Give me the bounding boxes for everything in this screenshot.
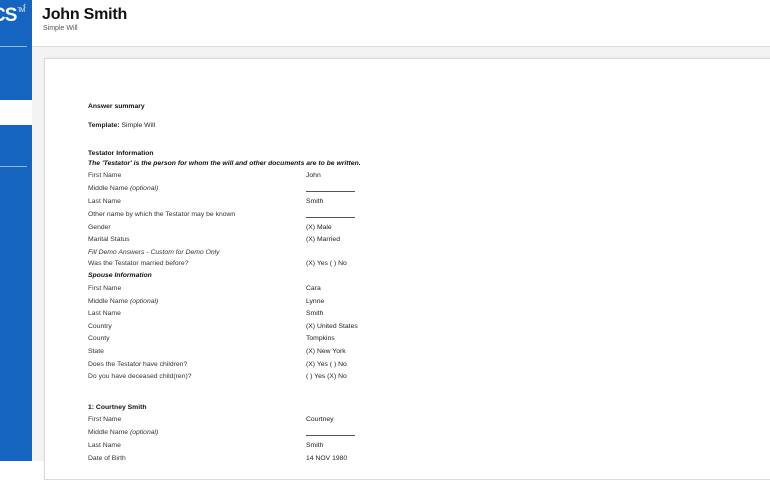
answer-summary-heading: Answer summary bbox=[88, 103, 145, 110]
template-value: Simple Will bbox=[121, 122, 156, 129]
content-area: Answer summary Template: Simple Will Tes… bbox=[32, 47, 770, 480]
fill-demo-label: Fill Demo Answers - Custom for Demo Only bbox=[88, 249, 220, 256]
testator-marital-label: Marital Status bbox=[88, 236, 130, 243]
child-middle-name-blank bbox=[306, 435, 355, 436]
optional-note: (optional) bbox=[129, 429, 159, 436]
spouse-middle-name-label: Middle Name (optional) bbox=[88, 298, 158, 305]
testator-first-name-label: First Name bbox=[88, 172, 122, 179]
testator-gender-value: (X) Male bbox=[306, 224, 332, 231]
spouse-last-name-value: Smith bbox=[306, 310, 324, 317]
spouse-county-label: County bbox=[88, 335, 110, 342]
child-middle-name-label: Middle Name (optional) bbox=[88, 429, 158, 436]
spouse-first-name-label: First Name bbox=[88, 285, 122, 292]
sidebar-divider bbox=[0, 46, 27, 47]
testator-last-name-value: Smith bbox=[306, 198, 324, 205]
married-before-value: (X) Yes ( ) No bbox=[306, 260, 347, 267]
page-subtitle: Simple Will bbox=[43, 25, 78, 32]
optional-note: (optional) bbox=[129, 185, 159, 192]
testator-gender-label: Gender bbox=[88, 224, 111, 231]
testator-other-name-label: Other name by which the Testator may be … bbox=[88, 211, 236, 218]
sidebar: CSTM ‹ bbox=[0, 0, 32, 461]
testator-marital-value: (X) Married bbox=[306, 236, 340, 243]
child-last-name-label: Last Name bbox=[88, 442, 121, 449]
spouse-state-label: State bbox=[88, 348, 104, 355]
spouse-heading: Spouse Information bbox=[88, 272, 152, 279]
app-logo[interactable]: CSTM bbox=[0, 5, 25, 27]
spouse-state-value: (X) New York bbox=[306, 348, 346, 355]
child-first-name-label: First Name bbox=[88, 416, 122, 423]
spouse-county-value: Tompkins bbox=[306, 335, 335, 342]
testator-last-name-label: Last Name bbox=[88, 198, 121, 205]
logo-text: CS bbox=[0, 5, 17, 26]
spouse-country-label: Country bbox=[88, 323, 112, 330]
spouse-country-value: (X) United States bbox=[306, 323, 358, 330]
optional-note: (optional) bbox=[129, 298, 159, 305]
deceased-children-label: Do you have deceased child(ren)? bbox=[88, 373, 192, 380]
children-value: (X) Yes ( ) No bbox=[306, 361, 347, 368]
testator-heading: Testator Information bbox=[88, 150, 154, 157]
page-title: John Smith bbox=[42, 6, 128, 23]
collapse-sidebar-icon[interactable]: ‹ bbox=[23, 0, 26, 10]
middle-name-text: Middle Name bbox=[88, 185, 129, 192]
children-label: Does the Testator have children? bbox=[88, 361, 188, 368]
testator-first-name-value: John bbox=[306, 172, 321, 179]
spouse-first-name-value: Cara bbox=[306, 285, 321, 292]
sidebar-active-item[interactable] bbox=[0, 100, 32, 125]
testator-middle-name-label: Middle Name (optional) bbox=[88, 185, 158, 192]
child-last-name-value: Smith bbox=[306, 442, 324, 449]
middle-name-text: Middle Name bbox=[88, 298, 129, 305]
template-row: Template: Simple Will bbox=[88, 122, 155, 129]
deceased-children-value: ( ) Yes (X) No bbox=[306, 373, 347, 380]
testator-other-name-blank bbox=[306, 217, 355, 218]
sidebar-divider bbox=[0, 166, 27, 167]
married-before-label: Was the Testator married before? bbox=[88, 260, 189, 267]
testator-middle-name-blank bbox=[306, 191, 355, 192]
spouse-last-name-label: Last Name bbox=[88, 310, 121, 317]
spouse-middle-name-value: Lynne bbox=[306, 298, 325, 305]
answer-summary-card: Answer summary Template: Simple Will Tes… bbox=[44, 58, 770, 480]
page-header: John Smith Simple Will bbox=[32, 0, 770, 47]
middle-name-text: Middle Name bbox=[88, 429, 129, 436]
template-label: Template: bbox=[88, 122, 120, 129]
testator-description: The 'Testator' is the person for whom th… bbox=[88, 160, 361, 167]
child-first-name-value: Courtney bbox=[306, 416, 334, 423]
child-1-heading: 1: Courtney Smith bbox=[88, 404, 147, 411]
